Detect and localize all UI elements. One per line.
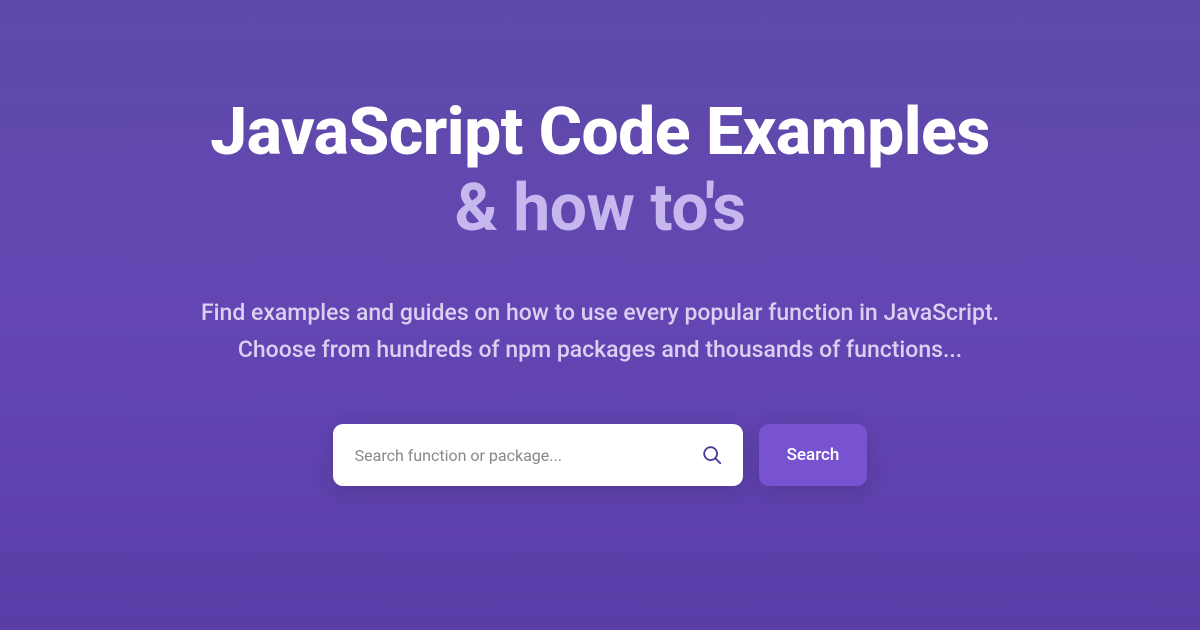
- search-button[interactable]: Search: [759, 424, 868, 486]
- subtitle-line-2: Choose from hundreds of npm packages and…: [238, 336, 962, 363]
- title-line-2: & how to's: [210, 171, 989, 247]
- search-icon: [701, 444, 723, 466]
- hero-title: JavaScript Code Examples & how to's: [210, 95, 989, 247]
- search-box[interactable]: [333, 424, 743, 486]
- search-row: Search: [333, 424, 868, 486]
- title-line-1: JavaScript Code Examples: [210, 95, 989, 171]
- subtitle-line-1: Find examples and guides on how to use e…: [201, 299, 999, 326]
- hero-subtitle: Find examples and guides on how to use e…: [201, 295, 999, 369]
- search-input[interactable]: [355, 446, 701, 465]
